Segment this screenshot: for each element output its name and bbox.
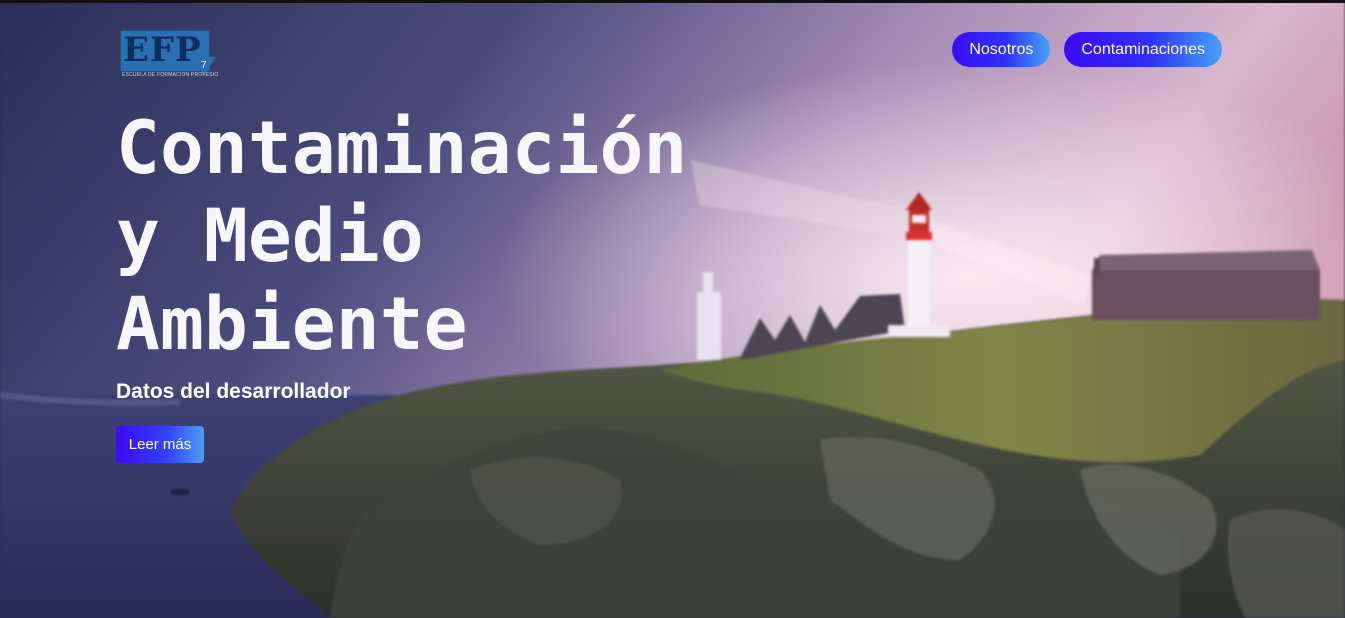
title-line-3: Ambiente: [116, 282, 468, 367]
logo-subtext: ESCUELA DE FORMACIÓN PROFESIONAL: [122, 72, 218, 78]
logo-number: 7: [201, 60, 207, 71]
main-nav: Nosotros Contaminaciones: [952, 32, 1222, 67]
nav-nosotros-button[interactable]: Nosotros: [952, 32, 1051, 67]
hero-subtitle: Datos del desarrollador: [116, 380, 351, 403]
title-line-1: Contaminación: [116, 106, 688, 191]
logo-text: EFP: [123, 30, 202, 70]
efp-logo-link[interactable]: EFP 7 ESCUELA DE FORMACIÓN PROFESIONAL: [120, 30, 220, 82]
top-border-line: [0, 0, 1345, 3]
title-line-2: y Medio: [116, 194, 424, 279]
read-more-button[interactable]: Leer más: [116, 426, 204, 463]
nav-contaminaciones-button[interactable]: Contaminaciones: [1064, 32, 1222, 67]
page-title: Contaminación y Medio Ambiente: [116, 105, 716, 369]
